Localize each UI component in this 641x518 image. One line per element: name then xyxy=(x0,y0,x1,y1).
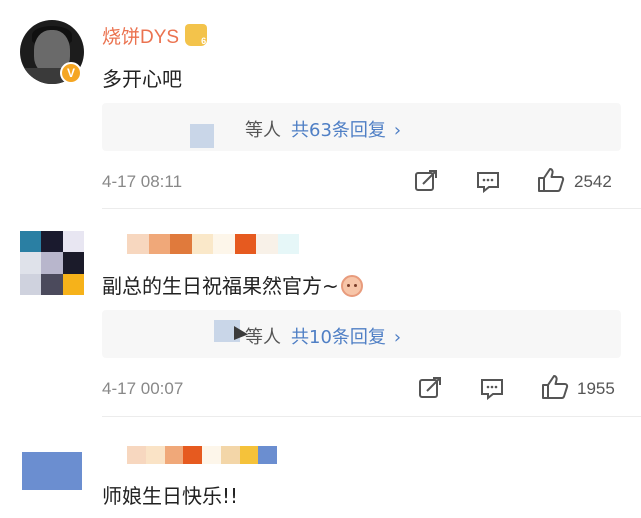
repost-icon[interactable] xyxy=(414,170,438,192)
reply-participants: 等人 xyxy=(245,120,281,141)
reply-count-link[interactable]: 共63条回复 xyxy=(291,120,386,141)
reply-summary[interactable]: 等人 共10条回复 › xyxy=(102,310,621,358)
reply-summary[interactable]: 等人 共63条回复 › xyxy=(102,103,621,151)
comment-text: 副总的生日祝福果然官方~ xyxy=(102,270,363,299)
emoji-icon xyxy=(340,275,363,297)
username-redacted[interactable] xyxy=(127,446,277,464)
redacted-avatar xyxy=(190,124,214,148)
avatar[interactable] xyxy=(20,231,84,295)
like-icon[interactable] xyxy=(541,374,569,400)
username[interactable]: 烧饼DYS xyxy=(102,22,208,49)
divider xyxy=(102,416,641,417)
like-icon[interactable] xyxy=(537,167,565,193)
avatar[interactable] xyxy=(22,452,82,490)
comment-text: 多开心吧 xyxy=(102,67,182,91)
comment-icon[interactable] xyxy=(480,378,504,400)
timestamp: 4-17 00:07 xyxy=(102,379,184,398)
chevron-right-icon[interactable]: › xyxy=(394,120,401,141)
comment-text: 师娘生日快乐!! xyxy=(102,484,239,508)
comment-1: V 烧饼DYS 多开心吧 等人共63条回复 › 4-17 08:11 2542 xyxy=(0,0,641,205)
verified-badge-icon: V xyxy=(60,62,82,84)
username-redacted[interactable] xyxy=(127,234,299,254)
chevron-right-icon[interactable]: › xyxy=(394,327,401,348)
divider xyxy=(102,208,641,209)
like-count: 2542 xyxy=(574,172,612,191)
reply-participants: 等人 xyxy=(245,327,281,348)
timestamp: 4-17 08:11 xyxy=(102,172,183,191)
reply-count-link[interactable]: 共10条回复 xyxy=(291,327,386,348)
like-count: 1955 xyxy=(577,379,615,398)
comment-icon[interactable] xyxy=(476,171,500,193)
level-badge-icon xyxy=(185,24,208,46)
repost-icon[interactable] xyxy=(418,377,442,399)
